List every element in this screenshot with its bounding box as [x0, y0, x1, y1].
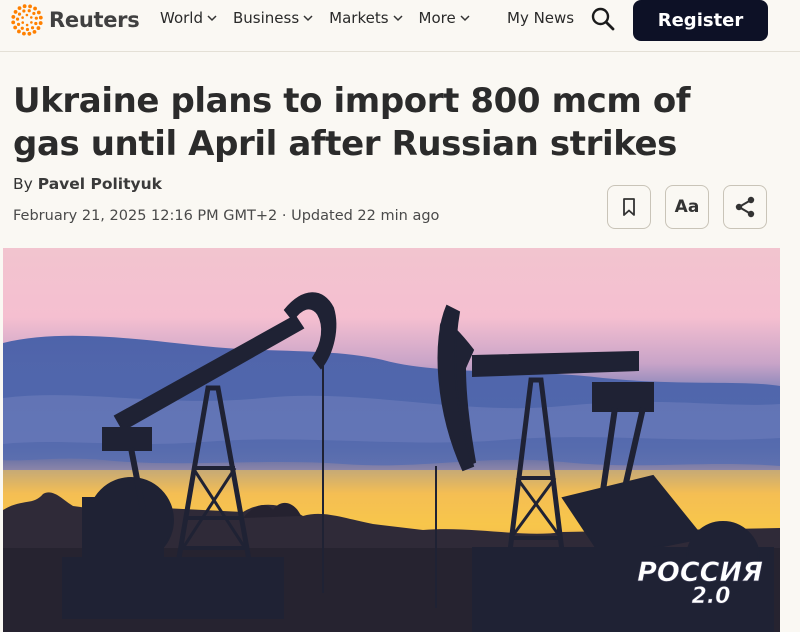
nav-label: Business — [233, 9, 300, 27]
chevron-down-icon — [393, 15, 403, 22]
bookmark-icon — [623, 198, 635, 216]
nav-item-more[interactable]: More — [419, 9, 470, 27]
logo-dot — [13, 10, 18, 14]
nav-item-markets[interactable]: Markets — [329, 9, 403, 27]
logo-dot — [25, 23, 29, 27]
logo-dot — [15, 17, 20, 21]
logo-dot — [22, 31, 26, 36]
logo-dot — [22, 9, 26, 13]
nav-item-world[interactable]: World — [160, 9, 217, 27]
reuters-logo[interactable]: Reuters — [10, 4, 140, 36]
logo-dot — [33, 6, 37, 11]
nav-label: Markets — [329, 9, 389, 27]
my-news-link[interactable]: My News — [507, 9, 574, 27]
author-link[interactable]: Pavel Polityuk — [38, 175, 162, 193]
logo-dot — [32, 11, 36, 16]
logo-dot — [36, 26, 41, 30]
site-header: Reuters World Business Markets More My N… — [0, 0, 800, 52]
search-button[interactable] — [590, 6, 616, 32]
logo-dot — [27, 31, 32, 36]
date-separator: · — [277, 208, 292, 224]
nav-item-business[interactable]: Business — [233, 9, 313, 27]
main-nav: World Business Markets More — [160, 0, 486, 36]
logo-dot — [22, 4, 27, 9]
logo-dot — [11, 15, 16, 19]
logo-dot — [13, 25, 18, 30]
chevron-down-icon — [460, 15, 470, 22]
updated-time: Updated 22 min ago — [291, 208, 440, 224]
search-icon — [591, 7, 615, 31]
share-icon — [735, 196, 755, 218]
logo-dot — [17, 29, 21, 34]
logo-dot — [25, 13, 29, 17]
logo-dot — [30, 26, 35, 30]
logo-dot — [32, 29, 37, 34]
logo-dot — [21, 21, 25, 24]
text-size-button[interactable]: Aa — [665, 185, 709, 229]
logo-dot — [27, 9, 31, 13]
register-button[interactable]: Register — [633, 0, 768, 41]
channel-watermark: РОССИЯ 2.0 — [633, 555, 768, 610]
byline-prefix: By — [13, 175, 33, 193]
logo-dot — [38, 15, 43, 20]
logo-dot — [34, 16, 38, 20]
logo-dot — [17, 12, 22, 16]
article-headline: Ukraine plans to import 800 mcm of gas u… — [13, 81, 691, 164]
logo-dot — [29, 16, 33, 19]
share-button[interactable] — [723, 185, 767, 229]
text-size-icon: Aa — [674, 197, 700, 217]
logo-dot — [36, 10, 41, 15]
logo-dot — [11, 20, 16, 25]
logo-dot — [34, 21, 38, 26]
logo-dot — [20, 26, 24, 30]
chevron-down-icon — [303, 15, 313, 22]
logo-dot — [17, 6, 22, 11]
logo-text: Reuters — [49, 8, 140, 32]
bookmark-button[interactable] — [607, 185, 651, 229]
logo-dot — [38, 21, 43, 25]
nav-label: More — [418, 9, 456, 27]
nav-label: World — [160, 9, 203, 27]
logo-dot — [21, 16, 24, 19]
logo-dot — [25, 27, 30, 32]
reuters-logo-icon — [11, 4, 43, 36]
logo-dot — [16, 22, 21, 26]
byline: By Pavel Polityuk — [13, 175, 162, 193]
publish-date: February 21, 2025 12:16 PM GMT+2 — [13, 208, 278, 224]
watermark-line2: 2.0 — [692, 584, 731, 607]
logo-dot — [28, 4, 32, 9]
chevron-down-icon — [207, 15, 217, 22]
dateline: February 21, 2025 12:16 PM GMT+2 · Updat… — [13, 208, 439, 224]
logo-dot — [30, 21, 33, 24]
